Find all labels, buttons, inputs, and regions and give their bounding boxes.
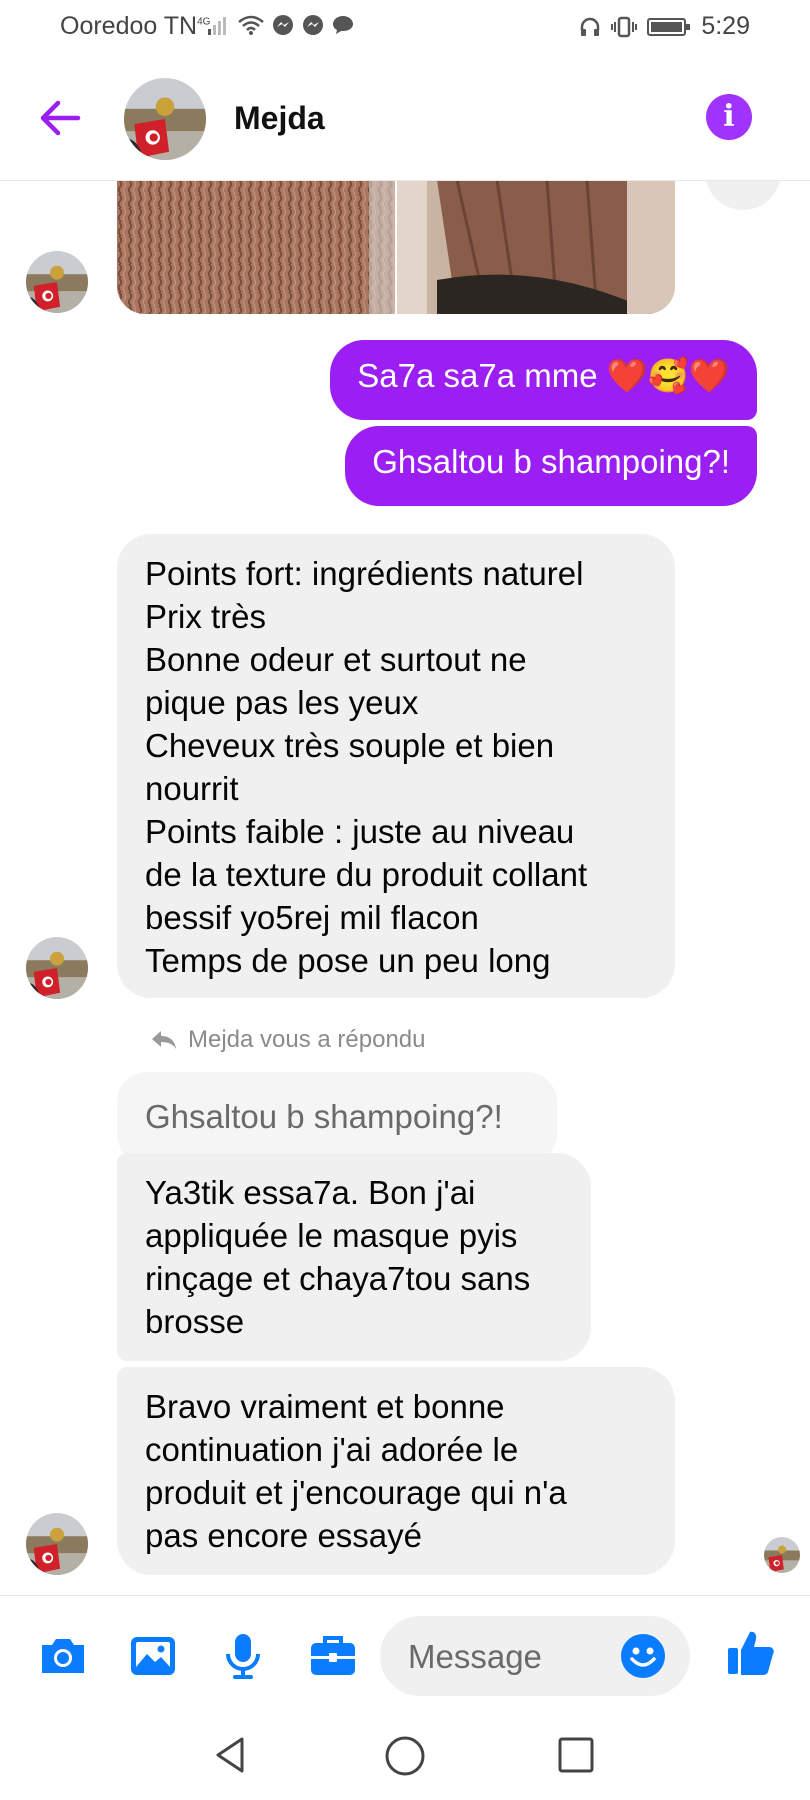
- sender-avatar[interactable]: [26, 937, 88, 999]
- message-line: appliquée le masque pyis: [145, 1217, 518, 1254]
- shared-photo[interactable]: [117, 180, 395, 314]
- hair-photo-curly: [117, 180, 395, 314]
- message-line: Bravo vraiment et bonne: [145, 1388, 505, 1425]
- status-bar: Ooredoo TN4G 5:29: [0, 0, 810, 56]
- message-line: pas encore essayé: [145, 1517, 423, 1554]
- shared-photo[interactable]: [397, 180, 675, 314]
- headset-icon: [581, 17, 600, 36]
- message-line: Prix très: [145, 598, 267, 635]
- gallery-button[interactable]: [126, 1629, 180, 1683]
- seen-receipt-avatar: [764, 1537, 800, 1573]
- nav-home-button[interactable]: [384, 1735, 426, 1777]
- outgoing-message[interactable]: Sa7a sa7a mme ❤️🥰❤️: [330, 340, 757, 420]
- back-arrow-icon: [40, 100, 81, 136]
- nav-back-button[interactable]: [210, 1735, 250, 1775]
- message-line: Points fort: ingrédients naturel: [145, 555, 584, 592]
- reply-indicator: Mejda vous a répondu: [150, 1026, 426, 1054]
- message-line: Cheveux très souple et bien: [145, 727, 555, 764]
- reply-note-text: Mejda vous a répondu: [188, 1026, 426, 1053]
- message-line: rinçage et chaya7tou sans: [145, 1260, 531, 1297]
- avatar-image: [26, 251, 88, 313]
- reply-icon: [152, 1031, 176, 1049]
- message-line: Bonne odeur et surtout ne: [145, 641, 527, 678]
- status-notification-icons: [208, 14, 354, 36]
- message-line: de la texture du produit collant: [145, 856, 588, 893]
- briefcase-icon: [311, 1636, 355, 1675]
- message-line: nourrit: [145, 770, 239, 807]
- nav-back-icon: [216, 1737, 244, 1773]
- avatar-image: [26, 937, 88, 999]
- nav-home-icon: [385, 1736, 425, 1776]
- carrier-label: Ooredoo TN4G: [60, 12, 211, 40]
- message-line: pique pas les yeux: [145, 684, 419, 721]
- message-input-wrapper: [380, 1616, 690, 1696]
- contact-avatar[interactable]: [124, 78, 206, 160]
- emoji-icon: [621, 1634, 665, 1678]
- nav-recents-button[interactable]: [556, 1735, 596, 1775]
- avatar-image: [124, 78, 206, 160]
- quoted-message[interactable]: Ghsaltou b shampoing?!: [117, 1072, 557, 1164]
- clock: 5:29: [701, 12, 750, 40]
- message-line: produit et j'encourage qui n'a: [145, 1474, 567, 1511]
- business-tools-button[interactable]: [306, 1629, 360, 1683]
- vibrate-icon: [611, 16, 638, 37]
- avatar-image: [764, 1537, 800, 1573]
- wifi-icon: [238, 15, 264, 35]
- signal-icon: [208, 17, 226, 35]
- contact-name[interactable]: Mejda: [234, 100, 325, 137]
- info-icon: i: [723, 99, 735, 134]
- message-line: Temps de pose un peu long: [145, 942, 551, 979]
- voice-button[interactable]: [216, 1629, 270, 1683]
- system-navigation-bar: [0, 1715, 810, 1800]
- camera-icon: [42, 1639, 84, 1673]
- battery-icon: [647, 17, 691, 36]
- message-line: bessif yo5rej mil flacon: [145, 899, 479, 936]
- back-button[interactable]: [36, 94, 84, 142]
- chat-header: Mejda i: [0, 56, 810, 181]
- emoji-button[interactable]: [620, 1633, 666, 1679]
- messenger-icon: [303, 15, 323, 35]
- microphone-icon: [226, 1634, 260, 1679]
- message-composer: [0, 1595, 810, 1716]
- status-right-group: 5:29: [579, 12, 750, 41]
- outgoing-message[interactable]: Ghsaltou b shampoing?!: [345, 426, 757, 506]
- info-button[interactable]: i: [706, 94, 752, 140]
- like-button[interactable]: [724, 1626, 778, 1680]
- message-line: Points faible : juste au niveau: [145, 813, 575, 850]
- message-line: brosse: [145, 1303, 245, 1340]
- message-input[interactable]: [406, 1634, 610, 1680]
- message-line: continuation j'ai adorée le: [145, 1431, 519, 1468]
- nav-recents-icon: [558, 1737, 594, 1773]
- thumbs-up-icon: [728, 1631, 774, 1675]
- sender-avatar[interactable]: [26, 251, 88, 313]
- incoming-message[interactable]: Points fort: ingrédients naturel Prix tr…: [117, 534, 675, 998]
- avatar-image: [26, 1513, 88, 1575]
- hair-photo-smooth: [397, 180, 675, 314]
- incoming-message[interactable]: Bravo vraiment et bonne continuation j'a…: [117, 1367, 675, 1575]
- camera-button[interactable]: [36, 1629, 90, 1683]
- messenger-icon: [273, 15, 293, 35]
- image-icon: [131, 1637, 175, 1675]
- chat-bubble-icon: [333, 16, 353, 34]
- sender-avatar[interactable]: [26, 1513, 88, 1575]
- message-line: Ya3tik essa7a. Bon j'ai: [145, 1174, 476, 1211]
- incoming-message[interactable]: Ya3tik essa7a. Bon j'ai appliquée le mas…: [117, 1153, 591, 1361]
